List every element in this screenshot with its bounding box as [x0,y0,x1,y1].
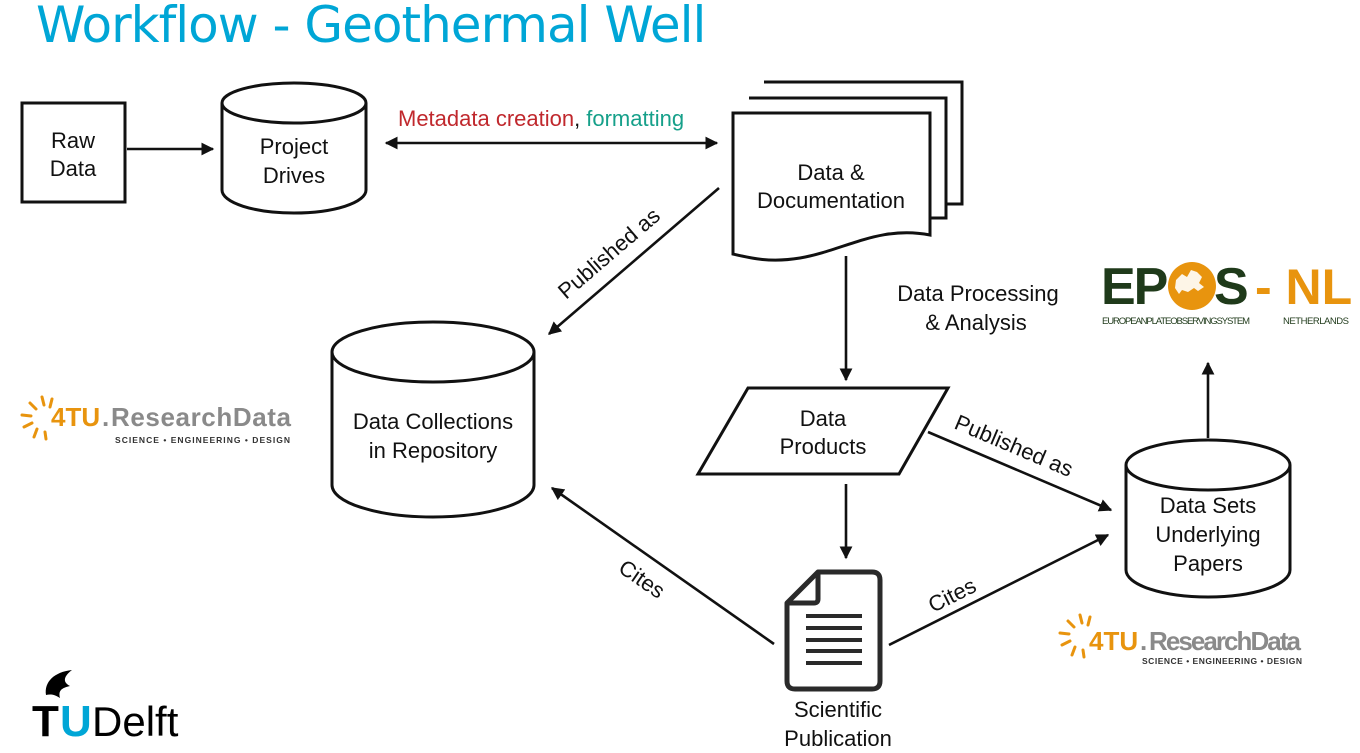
edge-label-processing-line2: & Analysis [925,310,1027,335]
sunburst-icon [1058,613,1092,659]
fourtu-brand: 4TU [51,402,100,432]
diagram-canvas: Workflow - Geothermal Well Raw Data Proj… [0,0,1360,753]
fourtu-logo-right: 4TU . ResearchData SCIENCE • ENGINEERING… [1058,613,1302,666]
edge-label-published-as-left: Published as [553,203,665,304]
project-drives-line2: Drives [263,163,325,188]
epos-s-text: S [1214,258,1249,316]
edge-label-cites-right: Cites [924,573,980,618]
node-project-drives[interactable]: Project Drives [220,81,368,215]
tudelft-u: U [60,697,92,746]
epos-nl-logo: EP S - NL EUROPEANPLATEOBSERVINGSYSTEM N… [1101,258,1352,327]
edge-label-cites-left: Cites [614,555,669,604]
epos-country: NETHERLANDS [1283,316,1349,327]
tudelft-delft: Delft [92,698,179,745]
data-products-line2: Products [780,434,867,459]
fourtu-name: ResearchData [111,402,292,432]
epos-tagline: EUROPEANPLATEOBSERVINGSYSTEM [1102,316,1250,327]
node-scientific-publication[interactable]: Scientific Publication [784,569,892,751]
edge-label-metadata: Metadata creation, formatting [398,106,684,131]
flame-icon [45,670,72,698]
data-products-line1: Data [800,406,847,431]
data-documentation-line2: Documentation [757,188,905,213]
data-sets-line2: Underlying [1155,522,1260,547]
tudelft-t: T [32,697,59,746]
fourtu-brand: 4TU [1089,626,1138,656]
raw-data-line1: Raw [51,128,95,153]
node-data-products[interactable]: Data Products [695,386,951,476]
sunburst-icon [20,395,54,441]
fourtu-logo-left: 4TU . ResearchData SCIENCE • ENGINEERING… [20,395,292,445]
fourtu-tagline: SCIENCE • ENGINEERING • DESIGN [115,435,290,445]
fourtu-dot: . [1140,626,1147,656]
data-collections-line1: Data Collections [353,409,513,434]
scientific-publication-line2: Publication [784,726,892,751]
workflow-diagram: Raw Data Project Drives Data & Documenta… [20,80,1352,751]
node-raw-data[interactable]: Raw Data [20,101,127,204]
epos-ep-text: EP [1101,258,1167,316]
edge-label-published-as-right: Published as [951,410,1077,482]
epos-nl-text: - NL [1255,259,1352,315]
node-data-documentation[interactable]: Data & Documentation [731,80,964,262]
data-sets-line1: Data Sets [1160,493,1257,518]
project-drives-line1: Project [260,134,328,159]
edge-documentation-to-collections [548,187,720,335]
tudelft-logo: T U Delft [32,670,179,746]
edge-publication-to-datasets [888,533,1110,647]
edge-publication-to-collections [550,486,775,646]
node-data-collections[interactable]: Data Collections in Repository [330,320,536,519]
data-collections-line2: in Repository [369,438,497,463]
node-data-sets[interactable]: Data Sets Underlying Papers [1124,438,1292,599]
data-sets-line3: Papers [1173,551,1243,576]
document-icon [784,569,883,692]
fourtu-tagline: SCIENCE • ENGINEERING • DESIGN [1142,656,1302,666]
edge-label-processing-line1: Data Processing [897,281,1058,306]
scientific-publication-line1: Scientific [794,697,882,722]
raw-data-line2: Data [50,156,97,181]
fourtu-name: ResearchData [1149,626,1302,656]
fourtu-dot: . [102,402,109,432]
data-documentation-line1: Data & [797,160,865,185]
